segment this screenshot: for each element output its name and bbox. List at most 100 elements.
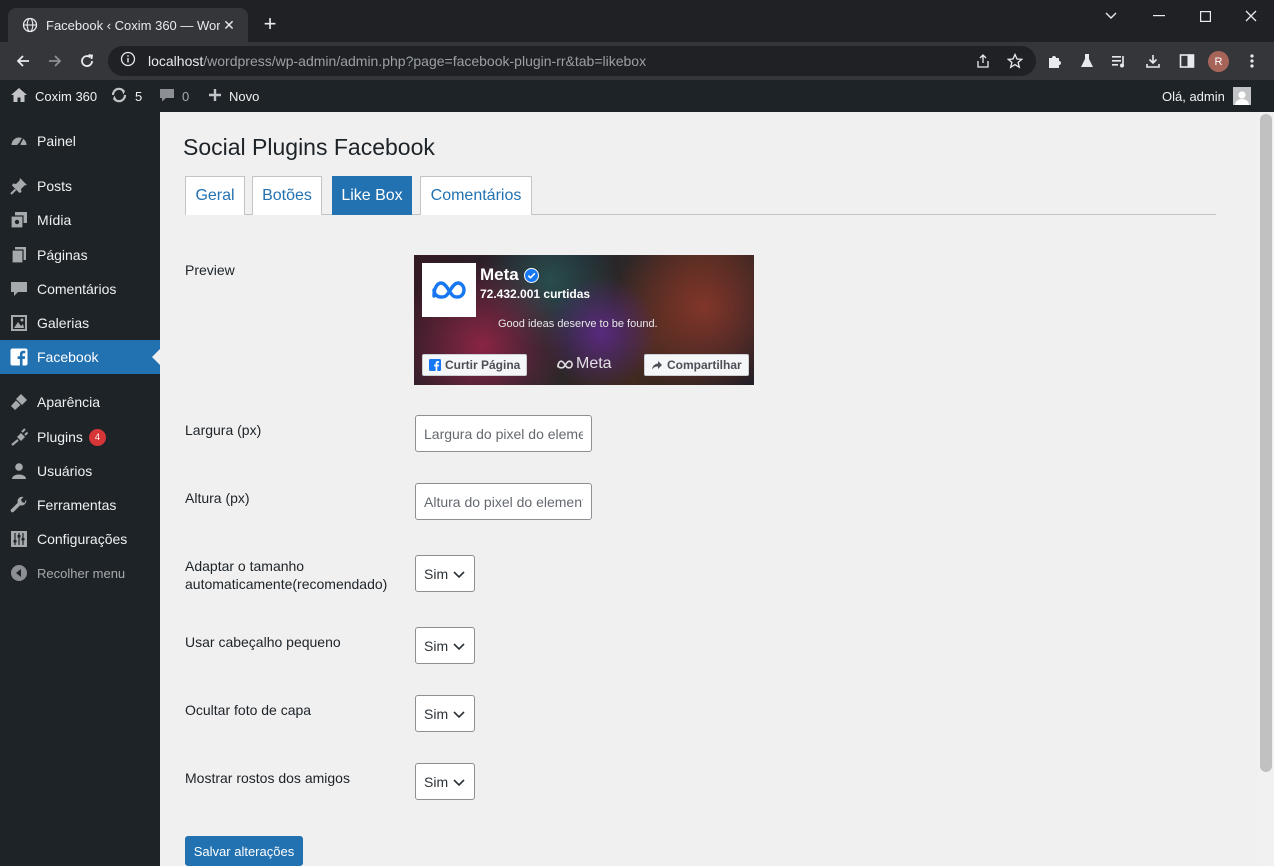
plugins-icon [9,427,29,447]
tab-geral[interactable]: Geral [185,176,245,215]
sidebar-item-comentarios[interactable]: Comentários [0,272,160,306]
url-text: localhost/wordpress/wp-admin/admin.php?p… [148,53,647,69]
share-arrow-icon [651,359,663,371]
media-queue-icon[interactable] [1109,51,1129,71]
small-header-label: Usar cabeçalho pequeno [185,634,341,650]
admin-bar-site[interactable]: Coxim 360 [10,80,97,112]
comments-count: 0 [182,88,190,104]
sidebar-item-midia[interactable]: Mídia [0,203,160,237]
extensions-puzzle-icon[interactable] [1045,51,1065,71]
profile-avatar[interactable]: R [1208,51,1229,72]
preview-likes: 72.432.001 curtidas [480,287,591,301]
admin-sidebar: Painel Posts Mídia Páginas Comentários G… [0,112,160,866]
settings-tabs: Geral Botões Like Box Comentários [185,176,1216,215]
download-icon[interactable] [1143,51,1163,71]
kebab-menu-icon[interactable] [1242,51,1262,71]
page-scrollbar[interactable] [1258,112,1274,866]
tab-like-box[interactable]: Like Box [332,176,412,215]
sidebar-item-configuracoes[interactable]: Configurações [0,522,160,556]
collapse-arrow-icon [9,563,29,583]
height-input[interactable] [415,483,592,520]
admin-bar-account[interactable]: Olá, admin [1162,80,1251,112]
like-box-preview[interactable]: Meta 72.432.001 curtidas Good ideas dese… [414,255,754,385]
chevron-down-icon [453,711,465,719]
pages-icon [9,245,29,265]
sidebar-item-posts[interactable]: Posts [0,169,160,203]
small-header-select[interactable]: Sim [415,627,475,664]
preview-label: Preview [185,262,235,278]
sidebar-item-painel[interactable]: Painel [0,124,160,158]
sidebar-item-aparencia[interactable]: Aparência [0,385,160,419]
sidebar-item-ferramentas[interactable]: Ferramentas [0,488,160,522]
hide-cover-select[interactable]: Sim [415,695,475,732]
pin-icon [9,176,29,196]
browser-tabstrip: Facebook ‹ Coxim 360 — WordPress ✕ + [0,0,1274,42]
new-tab-button[interactable]: + [258,13,282,37]
new-label: Novo [229,88,260,104]
users-icon [9,461,29,481]
home-icon [10,86,28,107]
globe-icon [22,17,38,33]
user-avatar-icon [1232,87,1251,105]
forward-arrow-icon[interactable] [43,49,67,73]
sidebar-item-galerias[interactable]: Galerias [0,306,160,340]
sidebar-item-facebook[interactable]: Facebook [0,340,160,374]
tools-icon [9,495,29,515]
chevron-down-icon [453,571,465,579]
dashboard-icon [9,131,29,151]
comments-icon [9,279,29,299]
height-label: Altura (px) [185,490,250,506]
admin-bar-comments[interactable]: 0 [159,80,189,112]
chevron-down-icon [453,643,465,651]
appearance-icon [9,392,29,412]
address-bar[interactable]: localhost/wordpress/wp-admin/admin.php?p… [108,46,1036,76]
page-title: Social Plugins Facebook [183,134,435,160]
bookmark-star-icon[interactable] [1007,53,1023,69]
comment-bubble-icon [159,87,175,106]
back-arrow-icon[interactable] [11,49,35,73]
site-name: Coxim 360 [35,88,98,104]
preview-like-page-button[interactable]: Curtir Página [422,354,528,376]
save-changes-button[interactable]: Salvar alterações [185,836,303,866]
adapt-size-select[interactable]: Sim [415,555,475,592]
verified-badge-icon [523,267,539,283]
close-window-icon[interactable] [1228,6,1274,26]
admin-bar-updates[interactable]: 5 [110,80,142,112]
show-faces-select[interactable]: Sim [415,763,475,800]
facebook-icon [9,347,29,367]
admin-bar-new[interactable]: Novo [208,80,259,112]
updates-count: 5 [135,88,143,104]
minimize-icon[interactable] [1136,6,1182,26]
width-input[interactable] [415,415,592,452]
collapse-menu-button[interactable]: Recolher menu [0,556,160,590]
show-faces-label: Mostrar rostos dos amigos [185,770,350,786]
share-icon[interactable] [975,53,991,69]
tab-title: Facebook ‹ Coxim 360 — WordPress [46,17,220,33]
close-tab-icon[interactable]: ✕ [220,17,238,34]
browser-tab[interactable]: Facebook ‹ Coxim 360 — WordPress ✕ [8,8,248,42]
sidebar-item-paginas[interactable]: Páginas [0,238,160,272]
plugins-update-badge: 4 [88,428,106,446]
maximize-icon[interactable] [1182,6,1228,26]
side-panel-icon[interactable] [1177,51,1197,71]
sidebar-item-plugins[interactable]: Plugins 4 [0,420,160,454]
flask-icon[interactable] [1077,51,1097,71]
gallery-icon [9,313,29,333]
greeting: Olá, admin [1162,88,1225,104]
settings-icon [9,529,29,549]
preview-tagline: Good ideas deserve to be found. [498,318,658,330]
tab-botoes[interactable]: Botões [252,176,322,215]
chevron-down-icon [453,779,465,787]
media-icon [9,210,29,230]
info-icon[interactable] [120,51,136,72]
plus-icon [208,88,222,105]
reload-icon[interactable] [75,49,99,73]
preview-share-button[interactable]: Compartilhar [644,354,749,376]
sidebar-item-usuarios[interactable]: Usuários [0,454,160,488]
adapt-size-label: Adaptar o tamanho automaticamente(recome… [185,558,388,592]
tab-comentarios[interactable]: Comentários [420,176,532,215]
chevron-down-icon[interactable] [1088,6,1134,26]
main-content: Social Plugins Facebook Geral Botões Lik… [160,112,1258,866]
scrollbar-thumb[interactable] [1260,114,1272,772]
browser-toolbar: localhost/wordpress/wp-admin/admin.php?p… [0,42,1274,80]
